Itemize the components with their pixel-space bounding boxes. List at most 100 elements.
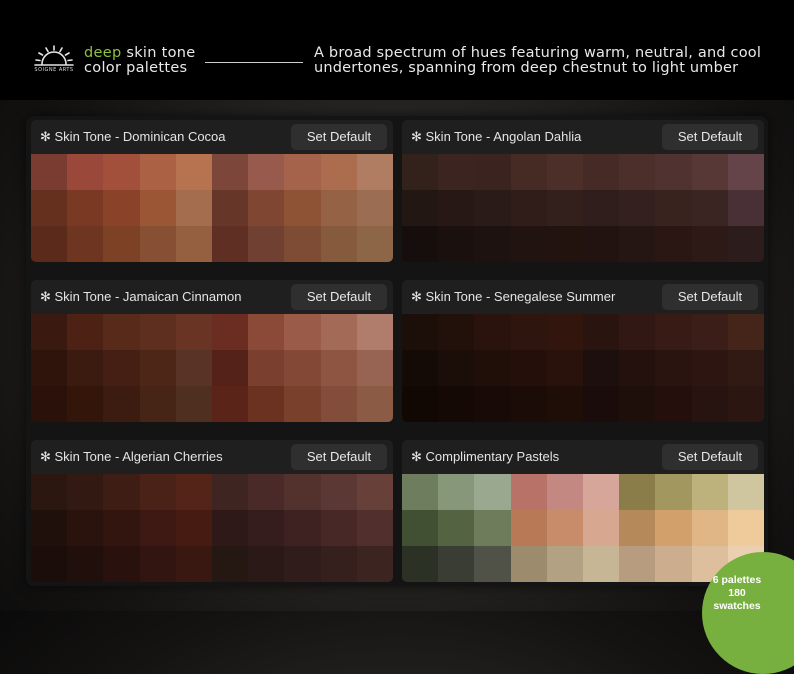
color-swatch[interactable] (583, 386, 620, 422)
color-swatch[interactable] (175, 190, 212, 226)
color-swatch[interactable] (619, 350, 656, 386)
color-swatch[interactable] (67, 190, 104, 226)
color-swatch[interactable] (175, 154, 212, 190)
color-swatch[interactable] (619, 190, 656, 226)
color-swatch[interactable] (619, 154, 656, 190)
color-swatch[interactable] (402, 350, 439, 386)
color-swatch[interactable] (320, 154, 357, 190)
color-swatch[interactable] (284, 350, 321, 386)
color-swatch[interactable] (619, 226, 656, 262)
color-swatch[interactable] (139, 474, 176, 510)
color-swatch[interactable] (284, 510, 321, 546)
color-swatch[interactable] (655, 546, 692, 582)
color-swatch[interactable] (655, 510, 692, 546)
color-swatch[interactable] (175, 226, 212, 262)
color-swatch[interactable] (402, 190, 439, 226)
color-swatch[interactable] (474, 226, 511, 262)
color-swatch[interactable] (284, 154, 321, 190)
color-swatch[interactable] (212, 510, 249, 546)
color-swatch[interactable] (175, 314, 212, 350)
color-swatch[interactable] (402, 314, 439, 350)
color-swatch[interactable] (356, 226, 393, 262)
color-swatch[interactable] (320, 314, 357, 350)
color-swatch[interactable] (727, 350, 764, 386)
color-swatch[interactable] (510, 546, 547, 582)
color-swatch[interactable] (67, 510, 104, 546)
color-swatch[interactable] (103, 386, 140, 422)
color-swatch[interactable] (583, 510, 620, 546)
color-swatch[interactable] (655, 154, 692, 190)
color-swatch[interactable] (583, 314, 620, 350)
color-swatch[interactable] (103, 190, 140, 226)
color-swatch[interactable] (139, 226, 176, 262)
color-swatch[interactable] (546, 226, 583, 262)
color-swatch[interactable] (31, 350, 68, 386)
color-swatch[interactable] (438, 154, 475, 190)
set-default-button[interactable]: Set Default (662, 444, 758, 470)
color-swatch[interactable] (546, 314, 583, 350)
color-swatch[interactable] (139, 190, 176, 226)
color-swatch[interactable] (284, 546, 321, 582)
color-swatch[interactable] (619, 474, 656, 510)
color-swatch[interactable] (103, 350, 140, 386)
color-swatch[interactable] (67, 154, 104, 190)
color-swatch[interactable] (67, 226, 104, 262)
color-swatch[interactable] (510, 350, 547, 386)
color-swatch[interactable] (474, 474, 511, 510)
color-swatch[interactable] (546, 350, 583, 386)
color-swatch[interactable] (356, 314, 393, 350)
color-swatch[interactable] (474, 546, 511, 582)
color-swatch[interactable] (212, 350, 249, 386)
color-swatch[interactable] (691, 474, 728, 510)
color-swatch[interactable] (438, 386, 475, 422)
color-swatch[interactable] (438, 314, 475, 350)
color-swatch[interactable] (655, 314, 692, 350)
color-swatch[interactable] (691, 386, 728, 422)
color-swatch[interactable] (67, 474, 104, 510)
color-swatch[interactable] (727, 386, 764, 422)
color-swatch[interactable] (103, 226, 140, 262)
color-swatch[interactable] (691, 314, 728, 350)
set-default-button[interactable]: Set Default (662, 124, 758, 150)
set-default-button[interactable]: Set Default (291, 444, 387, 470)
color-swatch[interactable] (284, 314, 321, 350)
color-swatch[interactable] (248, 546, 285, 582)
color-swatch[interactable] (583, 546, 620, 582)
color-swatch[interactable] (67, 546, 104, 582)
color-swatch[interactable] (139, 546, 176, 582)
color-swatch[interactable] (31, 154, 68, 190)
color-swatch[interactable] (139, 510, 176, 546)
color-swatch[interactable] (510, 510, 547, 546)
color-swatch[interactable] (175, 350, 212, 386)
color-swatch[interactable] (248, 386, 285, 422)
color-swatch[interactable] (248, 350, 285, 386)
color-swatch[interactable] (31, 546, 68, 582)
color-swatch[interactable] (619, 314, 656, 350)
color-swatch[interactable] (212, 546, 249, 582)
color-swatch[interactable] (67, 314, 104, 350)
color-swatch[interactable] (438, 350, 475, 386)
color-swatch[interactable] (474, 314, 511, 350)
color-swatch[interactable] (655, 474, 692, 510)
color-swatch[interactable] (103, 154, 140, 190)
color-swatch[interactable] (248, 226, 285, 262)
color-swatch[interactable] (31, 474, 68, 510)
color-swatch[interactable] (356, 350, 393, 386)
color-swatch[interactable] (438, 474, 475, 510)
color-swatch[interactable] (546, 474, 583, 510)
color-swatch[interactable] (139, 154, 176, 190)
color-swatch[interactable] (691, 510, 728, 546)
color-swatch[interactable] (320, 226, 357, 262)
color-swatch[interactable] (691, 350, 728, 386)
color-swatch[interactable] (691, 226, 728, 262)
color-swatch[interactable] (583, 190, 620, 226)
color-swatch[interactable] (438, 190, 475, 226)
color-swatch[interactable] (655, 350, 692, 386)
color-swatch[interactable] (691, 190, 728, 226)
color-swatch[interactable] (284, 386, 321, 422)
color-swatch[interactable] (655, 226, 692, 262)
color-swatch[interactable] (619, 386, 656, 422)
color-swatch[interactable] (583, 154, 620, 190)
color-swatch[interactable] (320, 510, 357, 546)
color-swatch[interactable] (583, 226, 620, 262)
